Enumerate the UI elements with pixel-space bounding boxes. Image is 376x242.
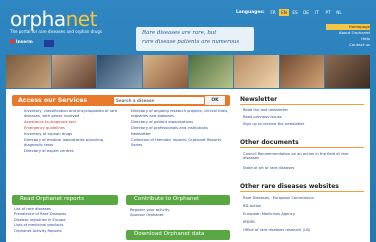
service-link[interactable]: Collection of thematic reports: Orphanet… [131, 138, 231, 147]
other-docs-title: Other documents [240, 139, 299, 146]
service-link[interactable]: Directory of ongoing research projects, … [131, 109, 231, 118]
photo [234, 55, 279, 88]
service-link[interactable]: Emergency guidelines [24, 126, 118, 131]
contribute-link[interactable]: Sponsor Orphanet [130, 213, 230, 218]
eu-flag-icon [44, 40, 54, 47]
site-link[interactable]: Rare Diseases - European Commission [243, 196, 314, 200]
report-link[interactable]: List of rare diseases [14, 207, 118, 212]
report-link[interactable]: Prevalence of Rare Diseases [14, 212, 118, 217]
slogan-line-2: rare disease patients are numerous [142, 39, 240, 45]
newsletter-link[interactable]: Sign up to receive the newsletter [243, 122, 304, 126]
search-input[interactable] [114, 97, 204, 104]
top-links: Homepage About Orphanet Help Contact us [326, 24, 370, 48]
site-link[interactable]: European Medicines Agency [243, 212, 295, 216]
other-sites-title: Other rare diseases websites [240, 183, 339, 190]
reports-list: List of rare diseases Prevalence of Rare… [14, 207, 118, 234]
report-link[interactable]: Disease registries in Europe [14, 218, 118, 223]
divider [240, 191, 364, 192]
site-link[interactable]: RD-Action [243, 204, 261, 208]
photo-strip [6, 55, 370, 88]
search-ok-button[interactable]: OK [205, 96, 225, 105]
photo [279, 55, 325, 88]
photo [6, 55, 51, 88]
photo [325, 55, 370, 88]
reports-header[interactable]: Read Orphanet reports [12, 195, 118, 205]
services-right-list: Directory of ongoing research projects, … [131, 109, 231, 149]
slogan-line-1: Rare diseases are rare, but [142, 30, 217, 36]
service-link[interactable]: Inventory of orphan drugs [24, 132, 118, 137]
site-link[interactable]: Office of rare diseases research (US) [243, 228, 310, 232]
photo [142, 55, 188, 88]
service-link[interactable]: Inventory, classification and encyclopae… [24, 109, 118, 118]
service-link[interactable]: Assistance-to-diagnosis tool [24, 120, 118, 125]
languages-label: Languages: [236, 10, 265, 15]
divider [240, 147, 364, 148]
service-link[interactable]: Directory of expert centres [24, 149, 118, 154]
lang-pt[interactable]: PT [323, 9, 333, 16]
contribute-list: Register your activity Sponsor Orphanet [130, 208, 230, 219]
lang-nl[interactable]: NL [334, 9, 344, 16]
photo [97, 55, 142, 88]
divider [240, 104, 364, 105]
download-header[interactable]: Download Orphanet data [126, 230, 230, 240]
lang-de[interactable]: DE [301, 9, 311, 16]
service-link[interactable]: Newsletter [131, 132, 231, 137]
newsletter-title: Newsletter [240, 96, 278, 103]
service-link[interactable]: Directory of professionals and instituti… [131, 126, 231, 131]
doc-link[interactable]: Council Recommendation on an action in t… [243, 152, 361, 161]
newsletter-link[interactable]: Read previous issues [243, 115, 282, 119]
doc-link[interactable]: State of art of rare diseases [243, 166, 294, 170]
contribute-link[interactable]: Register your activity [130, 208, 230, 213]
services-left-list: Inventory, classification and encyclopae… [24, 109, 118, 155]
site-link[interactable]: IRDiRC [243, 220, 255, 224]
tagline: The portal for rare diseases and orphan … [10, 29, 103, 34]
newsletter-link[interactable]: Read the last newsletter [243, 108, 288, 112]
report-link[interactable]: Lists of medicinal products [14, 223, 118, 228]
services-title: Access our Services [18, 97, 88, 104]
service-link[interactable]: Directory of patient organisations [131, 120, 231, 125]
service-link[interactable]: Directory of medical laboratories provid… [24, 138, 118, 147]
contribute-header[interactable]: Contribute to Orphanet [126, 195, 230, 205]
photo [51, 55, 97, 88]
contact-link[interactable]: Contact us [326, 42, 370, 48]
lang-en[interactable]: EN [279, 9, 289, 16]
report-link[interactable]: Orphanet Activity Reports [14, 229, 118, 234]
lang-it[interactable]: IT [312, 9, 322, 16]
lang-es[interactable]: ES [290, 9, 300, 16]
orphanet-logo[interactable]: orphanet [10, 9, 97, 29]
lang-fr[interactable]: FR [268, 9, 278, 16]
inserm-logo[interactable]: Inserm [10, 39, 33, 47]
photo [188, 55, 234, 88]
